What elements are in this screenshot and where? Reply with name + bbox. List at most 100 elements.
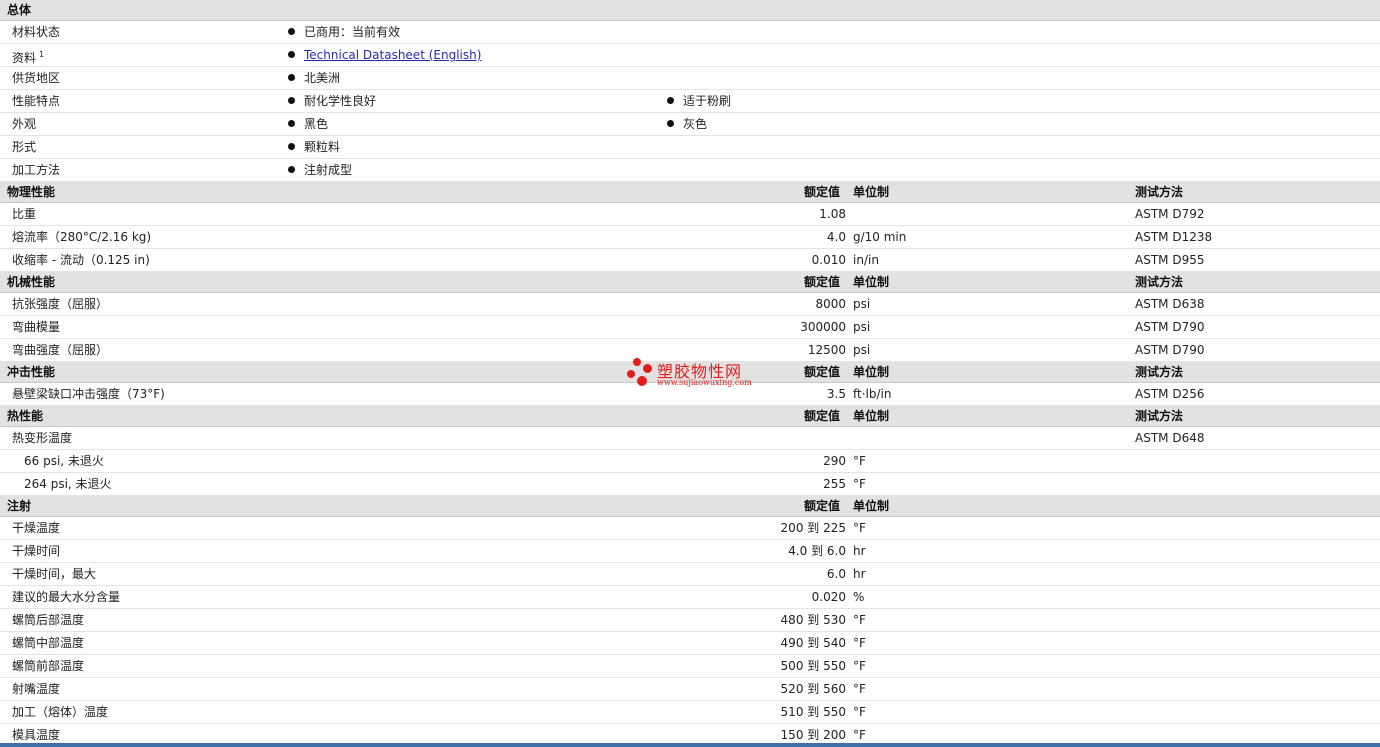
section-header-injection: 注射 额定值 单位制 bbox=[0, 496, 1380, 517]
property-unit: in/in bbox=[853, 253, 879, 267]
property-label: 供货地区 bbox=[12, 71, 61, 85]
property-value: 6.0 bbox=[826, 567, 846, 581]
test-method: ASTM D1238 bbox=[1135, 230, 1213, 244]
property-value: 510 到 550 bbox=[780, 705, 846, 719]
property-unit: °F bbox=[853, 682, 866, 696]
section-title: 总体 bbox=[7, 3, 32, 17]
property-label: 热变形温度 bbox=[12, 431, 73, 445]
general-row-features: 性能特点 耐化学性良好 适于粉刷 bbox=[0, 90, 1380, 113]
property-label: 干燥温度 bbox=[12, 521, 61, 535]
property-label: 外观 bbox=[12, 117, 37, 131]
section-title: 注射 bbox=[7, 499, 32, 513]
test-method: ASTM D638 bbox=[1135, 297, 1205, 311]
property-unit: ft·lb/in bbox=[853, 387, 892, 401]
test-method: ASTM D792 bbox=[1135, 207, 1205, 221]
property-value: 4.0 bbox=[826, 230, 846, 244]
table-row: 比重 1.08 ASTM D792 bbox=[0, 203, 1380, 226]
column-header-nominal: 额定值 bbox=[804, 409, 841, 423]
section-title: 冲击性能 bbox=[7, 365, 56, 379]
bullet-item: 已商用：当前有效 bbox=[288, 21, 400, 43]
bullet-icon bbox=[288, 28, 295, 35]
property-value: 3.5 bbox=[826, 387, 846, 401]
property-label: 抗张强度（屈服） bbox=[12, 297, 109, 311]
bullet-icon bbox=[288, 97, 295, 104]
property-label: 螺筒后部温度 bbox=[12, 613, 85, 627]
bullet-item: 适于粉刷 bbox=[667, 90, 731, 112]
property-unit: °F bbox=[853, 659, 866, 673]
bullet-icon bbox=[667, 120, 674, 127]
property-label: 形式 bbox=[12, 140, 37, 154]
property-label: 资料 1 bbox=[12, 50, 45, 65]
section-title: 物理性能 bbox=[7, 185, 56, 199]
table-row: 射嘴温度 520 到 560 °F bbox=[0, 678, 1380, 701]
property-label: 66 psi, 未退火 bbox=[24, 454, 104, 468]
property-label: 弯曲模量 bbox=[12, 320, 61, 334]
column-header-unit: 单位制 bbox=[853, 185, 890, 199]
table-row: 弯曲模量 300000 psi ASTM D790 bbox=[0, 316, 1380, 339]
table-row: 66 psi, 未退火 290 °F bbox=[0, 450, 1380, 473]
bullet-item: 灰色 bbox=[667, 113, 707, 135]
property-label: 材料状态 bbox=[12, 25, 61, 39]
bullet-item: 颗粒料 bbox=[288, 136, 340, 158]
property-value: 4.0 到 6.0 bbox=[788, 544, 846, 558]
property-label: 熔流率（280°C/2.16 kg) bbox=[12, 230, 152, 244]
property-label: 性能特点 bbox=[12, 94, 61, 108]
property-value: 490 到 540 bbox=[780, 636, 846, 650]
bullet-icon bbox=[288, 120, 295, 127]
column-header-unit: 单位制 bbox=[853, 365, 890, 379]
table-row: 加工（熔体）温度 510 到 550 °F bbox=[0, 701, 1380, 724]
table-row: 熔流率（280°C/2.16 kg) 4.0 g/10 min ASTM D12… bbox=[0, 226, 1380, 249]
test-method: ASTM D256 bbox=[1135, 387, 1205, 401]
test-method: ASTM D790 bbox=[1135, 320, 1205, 334]
section-header-physical: 物理性能 额定值 单位制 测试方法 bbox=[0, 182, 1380, 203]
property-label: 建议的最大水分含量 bbox=[12, 590, 121, 604]
property-unit: °F bbox=[853, 705, 866, 719]
table-row: 建议的最大水分含量 0.020% bbox=[0, 586, 1380, 609]
property-label: 射嘴温度 bbox=[12, 682, 61, 696]
property-value: 520 到 560 bbox=[780, 682, 846, 696]
column-header-unit: 单位制 bbox=[853, 499, 890, 513]
bullet-icon bbox=[288, 143, 295, 150]
property-unit: °F bbox=[853, 521, 866, 535]
property-label: 加工（熔体）温度 bbox=[12, 705, 109, 719]
column-header-nominal: 额定值 bbox=[804, 185, 841, 199]
column-header-unit: 单位制 bbox=[853, 409, 890, 423]
property-value: 500 到 550 bbox=[780, 659, 846, 673]
property-unit: psi bbox=[853, 297, 871, 311]
technical-datasheet-link[interactable]: Technical Datasheet (English) bbox=[304, 48, 481, 62]
property-value: 1.08 bbox=[819, 207, 846, 221]
watermark-logo: 塑胶物性网 www.sujiaowuxing.com bbox=[627, 356, 767, 392]
property-label: 弯曲强度（屈服） bbox=[12, 343, 109, 357]
property-value: 8000 bbox=[815, 297, 846, 311]
property-unit: hr bbox=[853, 544, 866, 558]
column-header-nominal: 额定值 bbox=[804, 499, 841, 513]
table-row: 干燥时间 4.0 到 6.0 hr bbox=[0, 540, 1380, 563]
bullet-item: 北美洲 bbox=[288, 67, 340, 89]
column-header-test-method: 测试方法 bbox=[1135, 365, 1184, 379]
table-row: 螺筒中部温度 490 到 540 °F bbox=[0, 632, 1380, 655]
table-row: 干燥温度 200 到 225 °F bbox=[0, 517, 1380, 540]
section-header-thermal: 热性能 额定值 单位制 测试方法 bbox=[0, 406, 1380, 427]
property-unit: psi bbox=[853, 343, 871, 357]
property-value: 255 bbox=[823, 477, 846, 491]
property-unit: hr bbox=[853, 567, 866, 581]
footnote-marker: 1 bbox=[39, 50, 45, 59]
logo-dot-icon bbox=[637, 376, 647, 386]
general-row-status: 材料状态 已商用：当前有效 bbox=[0, 21, 1380, 44]
property-label: 干燥时间，最大 bbox=[12, 567, 97, 581]
table-row: 干燥时间，最大 6.0 hr bbox=[0, 563, 1380, 586]
column-header-test-method: 测试方法 bbox=[1135, 185, 1184, 199]
property-value: 300000 bbox=[800, 320, 846, 334]
section-header-general: 总体 bbox=[0, 0, 1380, 21]
bullet-item: 黑色 bbox=[288, 113, 328, 135]
table-row: 热变形温度 ASTM D648 bbox=[0, 427, 1380, 450]
property-unit: °F bbox=[853, 636, 866, 650]
table-row: 收缩率 - 流动（0.125 in) 0.010 in/in ASTM D955 bbox=[0, 249, 1380, 272]
section-title: 热性能 bbox=[7, 409, 44, 423]
property-unit: °F bbox=[853, 613, 866, 627]
bullet-item: 注射成型 bbox=[288, 159, 352, 181]
section-header-mechanical: 机械性能 额定值 单位制 测试方法 bbox=[0, 272, 1380, 293]
bullet-icon bbox=[288, 51, 295, 58]
property-label: 螺筒前部温度 bbox=[12, 659, 85, 673]
column-header-nominal: 额定值 bbox=[804, 365, 841, 379]
